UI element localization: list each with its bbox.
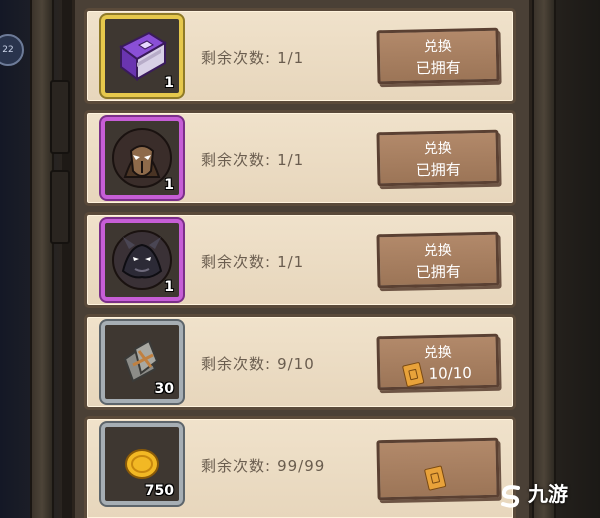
exchange-button[interactable]: 兑换 已拥有 [376,27,500,85]
frame-post-right [532,0,556,518]
item-quantity: 30 [154,381,174,397]
watermark-text: 九游 [528,482,568,506]
watermark: 九游 [498,474,596,514]
remaining-value: 1/1 [277,49,305,67]
item-slot[interactable]: 1 [101,219,183,301]
owned-status: 已拥有 [415,58,461,78]
exchange-button-title: 兑换 [423,140,452,158]
exchange-button[interactable]: 兑换 10/10 [376,333,500,391]
exchange-button[interactable]: 兑换 已拥有 [376,231,500,289]
item-slot[interactable]: 1 [101,117,183,199]
exchange-row: 750 剩余次数: 99/99 兑换 [84,416,516,518]
exchange-row: 30 剩余次数: 9/10 兑换 10/10 [84,314,516,410]
remaining-count: 剩余次数: 1/1 [201,47,304,68]
exchange-row: 1 剩余次数: 1/1 兑换 已拥有 [84,110,516,206]
remaining-label: 剩余次数: [201,253,272,271]
exchange-row: 1 剩余次数: 1/1 兑换 已拥有 [84,212,516,308]
remaining-value: 1/1 [277,253,305,271]
item-slot[interactable]: 30 [101,321,183,403]
exchange-cost-value: 10/10 [428,363,473,383]
remaining-count: 剩余次数: 1/1 [201,149,304,170]
side-badge-text: 22 [2,45,14,55]
ticket-icon [423,465,447,491]
item-slot[interactable]: 750 [101,423,183,505]
side-slot [50,170,70,244]
item-slot[interactable]: 1 [101,15,183,97]
exchange-button[interactable]: 兑换 已拥有 [376,129,500,187]
item-quantity: 750 [144,483,174,499]
remaining-label: 剩余次数: [201,151,272,169]
remaining-value: 9/10 [277,355,315,373]
remaining-count: 剩余次数: 99/99 [201,455,325,476]
remaining-value: 99/99 [277,457,326,475]
owned-status: 已拥有 [415,262,461,282]
remaining-count: 剩余次数: 9/10 [201,353,315,374]
remaining-count: 剩余次数: 1/1 [201,251,304,272]
remaining-value: 1/1 [277,151,305,169]
exchange-button-title: 兑换 [423,38,452,56]
exchange-row: 1 剩余次数: 1/1 兑换 已拥有 [84,8,516,104]
side-slot [50,80,70,154]
watermark-logo-icon [501,484,520,508]
exchange-cost: 10/10 [402,361,473,388]
remaining-label: 剩余次数: [201,49,272,67]
exchange-button[interactable]: 兑换 [376,437,500,501]
exchange-button-title: 兑换 [423,344,452,362]
exchange-cost [423,465,450,491]
frame-post-left [30,0,54,518]
ticket-icon [402,361,425,388]
remaining-label: 剩余次数: [201,457,272,475]
owned-status: 已拥有 [415,160,461,180]
item-quantity: 1 [164,279,174,295]
exchange-button-title: 兑换 [423,242,452,260]
item-quantity: 1 [164,177,174,193]
remaining-label: 剩余次数: [201,355,272,373]
item-quantity: 1 [164,75,174,91]
